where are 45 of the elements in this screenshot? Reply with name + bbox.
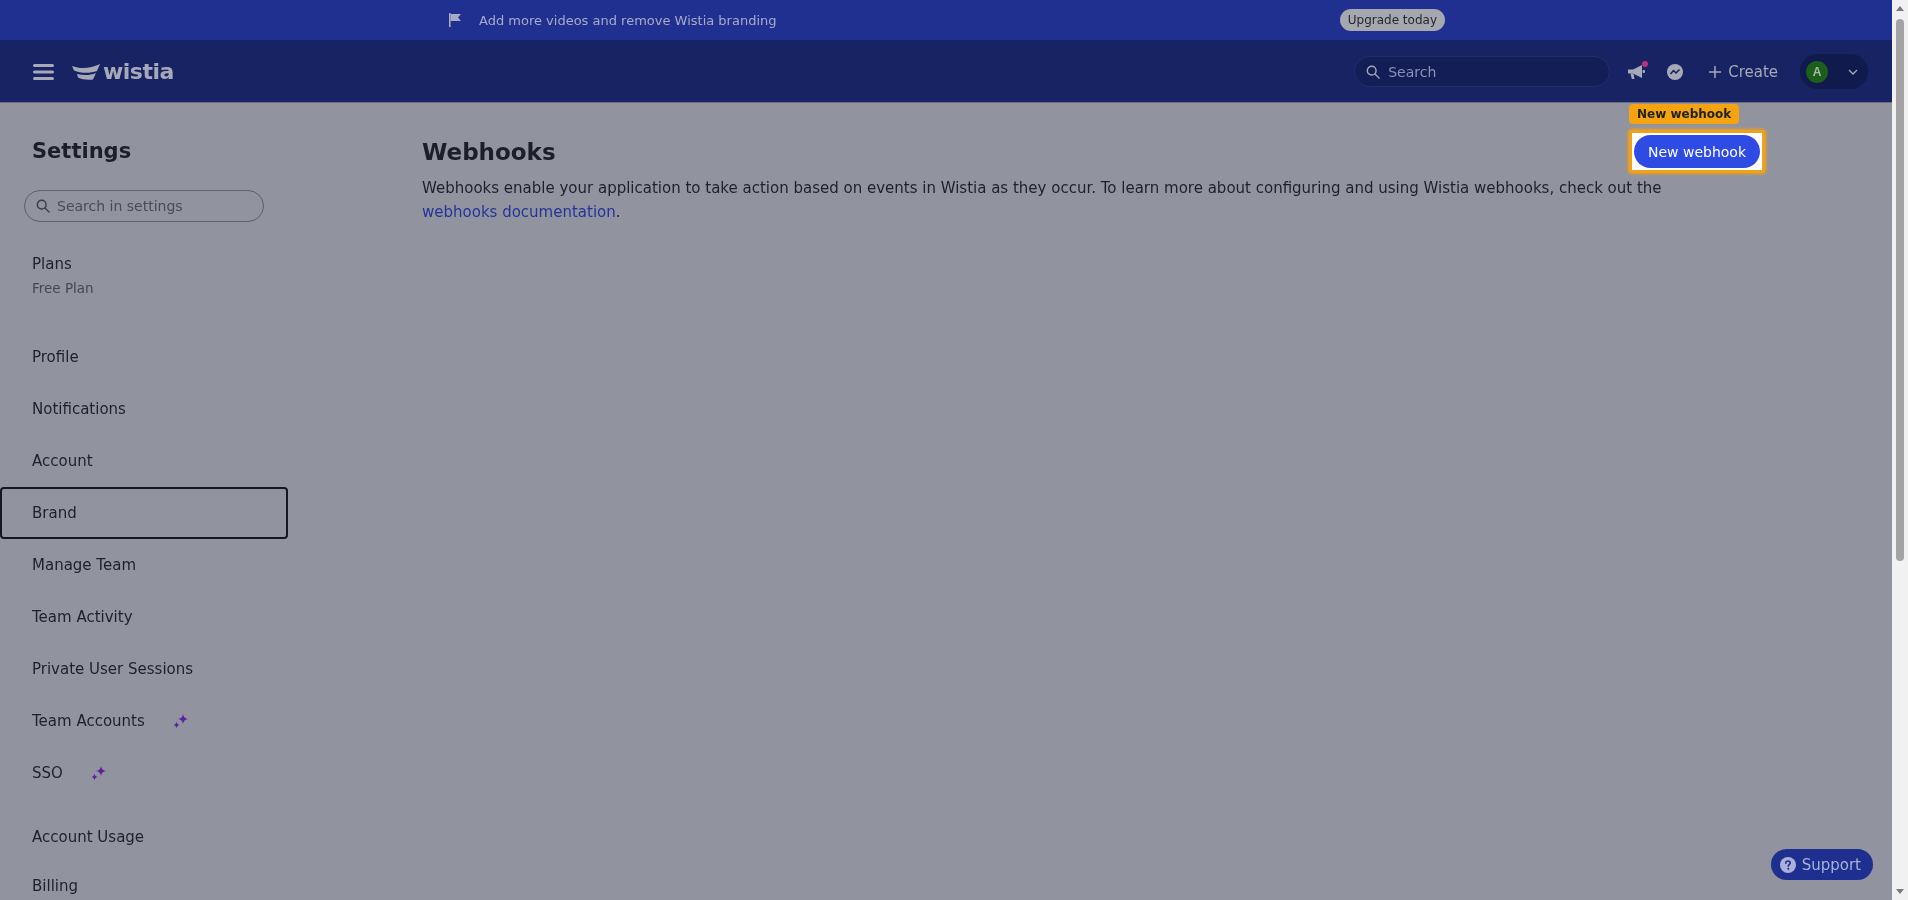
sidebar-item[interactable]: Team Activity: [0, 591, 288, 643]
new-webhook-button[interactable]: New webhook: [1634, 135, 1760, 168]
scroll-up-arrow-icon[interactable]: [1896, 6, 1904, 11]
sidebar-item[interactable]: Notifications: [0, 383, 288, 435]
plus-icon: [1709, 65, 1722, 78]
home-logo[interactable]: wistia: [72, 60, 174, 83]
sidebar-item[interactable]: Account: [0, 435, 288, 487]
account-menu-button[interactable]: A: [1800, 54, 1868, 89]
sidebar-item[interactable]: Account Usage: [0, 812, 288, 861]
scrollbar-thumb[interactable]: [1896, 19, 1904, 561]
sidebar-item[interactable]: Profile: [0, 331, 288, 383]
search-field[interactable]: Search: [1354, 56, 1611, 87]
settings-title: Settings: [32, 138, 133, 165]
scrollbar[interactable]: [1892, 0, 1908, 900]
sidebar-item[interactable]: Private User Sessions: [0, 643, 288, 695]
sidebar-item[interactable]: Manage Team: [0, 539, 288, 591]
sidebar-item[interactable]: Plans Free Plan: [0, 252, 288, 299]
sidebar-item[interactable]: SSO: [0, 747, 288, 799]
guide-tag: New webhook: [1629, 104, 1740, 124]
chevron-down-icon: [1848, 68, 1858, 75]
sidebar-item[interactable]: Billing: [0, 861, 288, 900]
menu-icon: [33, 62, 54, 81]
menu-button[interactable]: [33, 62, 54, 81]
help-icon: [1779, 856, 1796, 873]
megaphone-icon: [1627, 63, 1646, 80]
zigzag-circle-icon: [1667, 63, 1684, 80]
search-icon: [1366, 64, 1381, 79]
upgrade-button[interactable]: Upgrade today: [1339, 9, 1445, 31]
flag-icon: [447, 12, 463, 28]
announcements-button[interactable]: [1627, 63, 1646, 80]
create-button[interactable]: Create: [1709, 62, 1778, 81]
sidebar-item[interactable]: Team Accounts: [0, 695, 288, 747]
avatar: A: [1806, 60, 1828, 83]
swoosh-logo-icon: [72, 63, 100, 80]
support-button[interactable]: Support: [1770, 849, 1873, 880]
activity-button[interactable]: [1667, 63, 1684, 80]
plan-name: Free Plan: [32, 279, 94, 297]
sidebar-item[interactable]: Brand: [0, 487, 288, 539]
search-icon: [36, 199, 50, 213]
page-title: Webhooks: [422, 137, 556, 166]
documentation-link[interactable]: webhooks documentation: [422, 203, 616, 221]
settings-search-field[interactable]: Search in settings: [24, 190, 264, 222]
webhooks-description: Webhooks enable your application to take action based on events in Wistia as they occur. To learn more about configuring and using Wistia webhooks, check out the webhooks documentation.: [422, 178, 1663, 223]
scroll-down-arrow-icon[interactable]: [1896, 889, 1904, 894]
banner-message: Add more videos and remove Wistia branding: [479, 12, 777, 28]
